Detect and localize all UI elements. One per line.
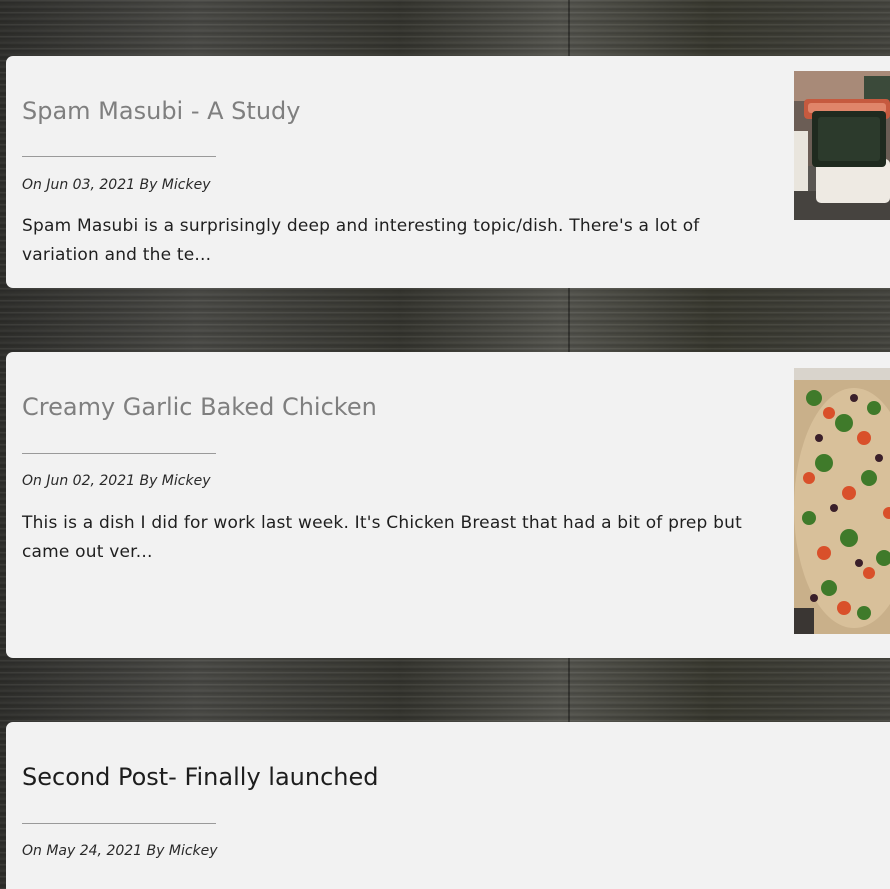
spam-musubi-image — [794, 71, 890, 220]
post-excerpt: This is a dish I did for work last week.… — [22, 513, 742, 562]
baked-chicken-image — [794, 368, 890, 634]
post-excerpt: Spam Masubi is a surprisingly deep and i… — [22, 216, 700, 265]
post-card[interactable]: Creamy Garlic Baked Chicken On Jun 02, 2… — [6, 352, 890, 658]
post-meta: On Jun 03, 2021 By Mickey — [22, 177, 211, 193]
post-title-link[interactable]: Creamy Garlic Baked Chicken — [22, 393, 377, 421]
post-card[interactable]: Spam Masubi - A Study On Jun 03, 2021 By… — [6, 56, 890, 288]
blog-page: { "posts": [ { "title": "Spam Masubi - A… — [0, 0, 890, 889]
title-divider — [22, 453, 216, 454]
post-thumbnail-spam-musubi[interactable] — [794, 71, 890, 220]
post-meta: On Jun 02, 2021 By Mickey — [22, 473, 211, 489]
post-card[interactable]: Second Post- Finally launched On May 24,… — [6, 722, 890, 889]
post-title-link[interactable]: Second Post- Finally launched — [22, 763, 378, 791]
post-meta: On May 24, 2021 By Mickey — [22, 843, 218, 859]
title-divider — [22, 823, 216, 824]
post-title-link[interactable]: Spam Masubi - A Study — [22, 97, 300, 125]
post-thumbnail-baked-chicken[interactable] — [794, 368, 890, 634]
title-divider — [22, 156, 216, 157]
